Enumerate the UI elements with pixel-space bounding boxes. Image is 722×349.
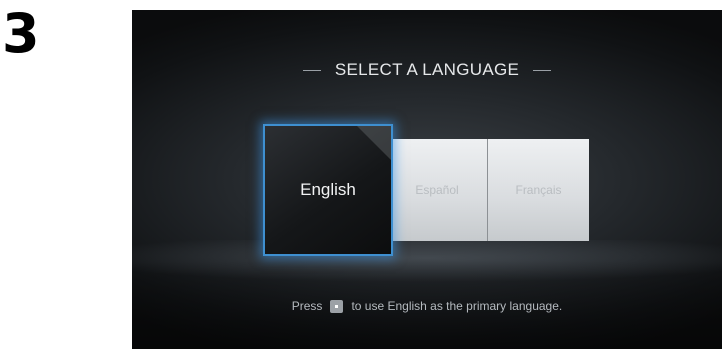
title-left-rule [302, 69, 321, 71]
language-option-francais[interactable]: Français [488, 139, 589, 241]
ok-button-icon [330, 299, 344, 313]
language-option-espanol[interactable]: Español [387, 139, 488, 241]
language-label-francais: Français [515, 183, 562, 197]
tv-screen: SELECT A LANGUAGE Español Français Engli… [132, 10, 722, 349]
language-option-english[interactable]: English [263, 124, 393, 256]
language-label-espanol: Español [415, 183, 459, 197]
step-number: 3 [2, 2, 40, 65]
screen-title-row: SELECT A LANGUAGE [132, 58, 722, 82]
title-right-rule [533, 69, 552, 71]
language-label-english: English [300, 180, 356, 199]
tile-sheen [357, 126, 391, 160]
instruction-text: Press to use English as the primary lang… [132, 297, 722, 315]
instruction-press: Press [291, 299, 323, 313]
instruction-page: 3 SELECT A LANGUAGE Español Français Eng… [0, 0, 722, 349]
instruction-rest: to use English as the primary language. [351, 299, 563, 313]
screen-title: SELECT A LANGUAGE [334, 60, 520, 79]
